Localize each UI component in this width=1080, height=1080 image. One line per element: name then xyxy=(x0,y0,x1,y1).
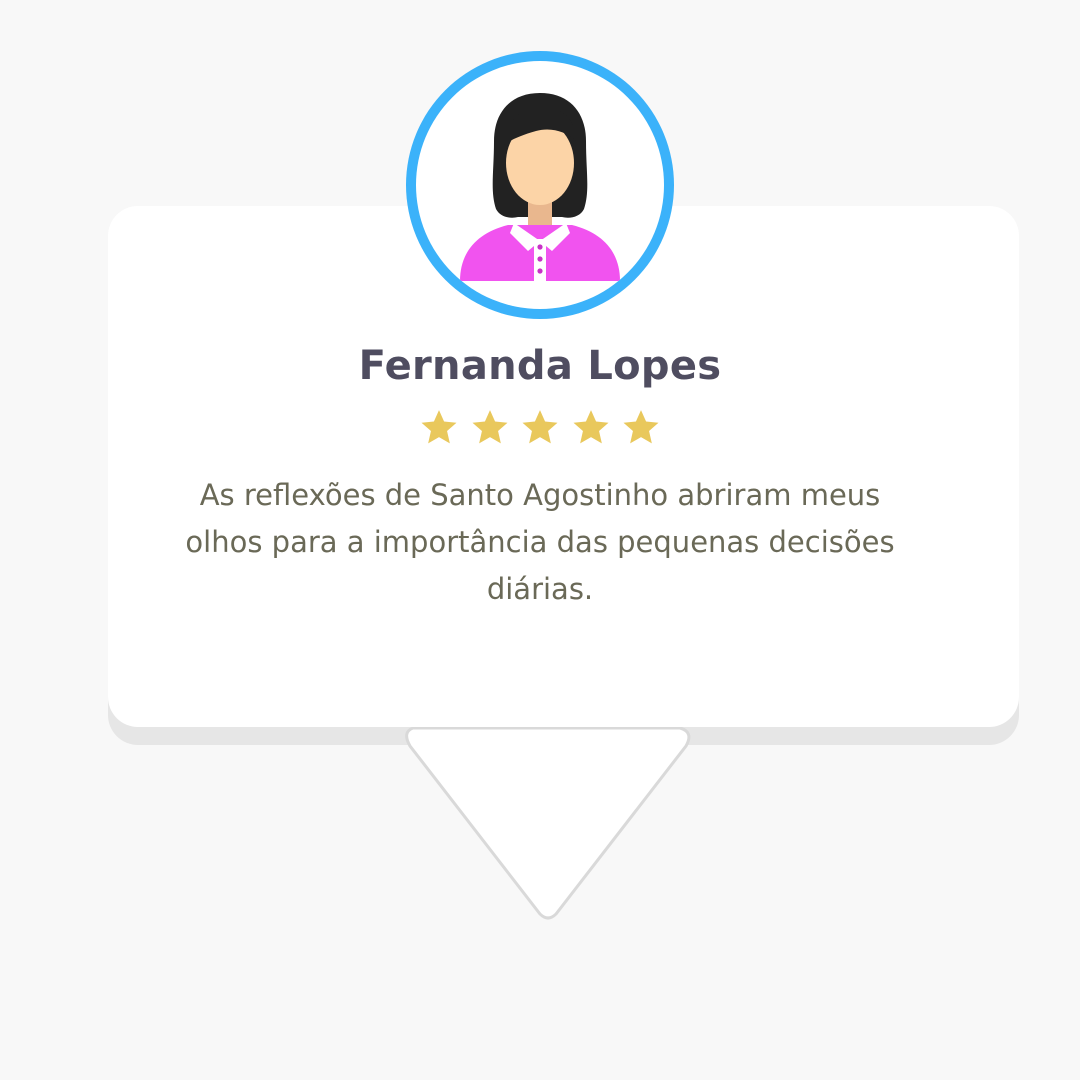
reviewer-name: Fernanda Lopes xyxy=(358,343,722,389)
woman-avatar-icon xyxy=(406,51,674,319)
bubble-tail xyxy=(405,726,691,920)
star-rating xyxy=(418,405,662,451)
star-icon xyxy=(573,410,608,444)
testimonial-graphic: Fernanda Lopes As reflexões de Santo Ago… xyxy=(0,0,1080,1080)
star-icon xyxy=(522,410,558,444)
star-icon xyxy=(472,410,507,444)
star-icon xyxy=(623,410,659,444)
review-text: As reflexões de Santo Agostinho abriram … xyxy=(185,478,895,606)
star-icon xyxy=(421,410,457,444)
